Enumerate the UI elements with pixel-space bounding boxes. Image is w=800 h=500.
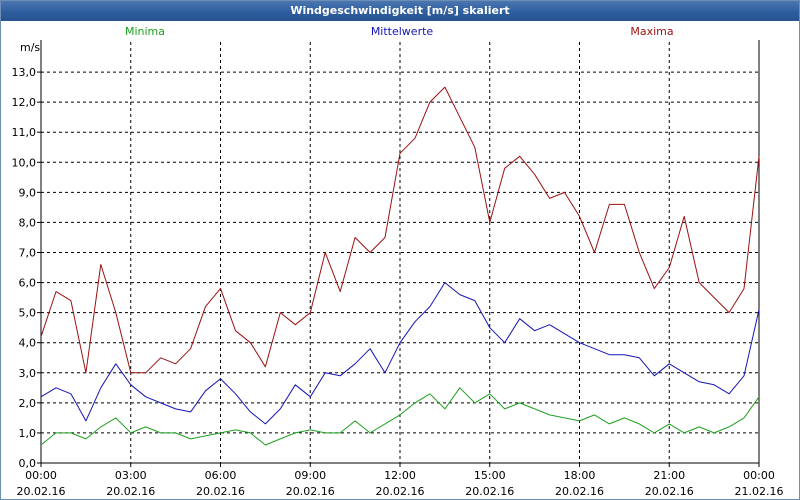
y-tick-label: 5,0 bbox=[19, 307, 37, 320]
x-tick-date: 20.02.16 bbox=[645, 485, 694, 498]
y-tick-label: 9,0 bbox=[19, 186, 37, 199]
x-tick-date: 20.02.16 bbox=[17, 485, 66, 498]
x-tick-time: 00:00 bbox=[25, 469, 57, 482]
x-tick-date: 20.02.16 bbox=[196, 485, 245, 498]
y-tick-label: 4,0 bbox=[19, 337, 37, 350]
y-tick-label: 8,0 bbox=[19, 216, 37, 229]
y-tick-label: 2,0 bbox=[19, 397, 37, 410]
x-tick-date: 20.02.16 bbox=[465, 485, 514, 498]
y-tick-label: 11,0 bbox=[12, 126, 37, 139]
x-tick-time: 18:00 bbox=[564, 469, 596, 482]
legend-maxima: Maxima bbox=[630, 25, 673, 38]
x-tick-date: 20.02.16 bbox=[106, 485, 155, 498]
x-tick-time: 06:00 bbox=[205, 469, 237, 482]
x-tick-time: 00:00 bbox=[743, 469, 775, 482]
x-tick-time: 15:00 bbox=[474, 469, 506, 482]
y-tick-label: 7,0 bbox=[19, 247, 37, 260]
x-tick-date: 20.02.16 bbox=[376, 485, 425, 498]
chart-canvas: 0,01,02,03,04,05,06,07,08,09,010,011,012… bbox=[12, 25, 784, 498]
x-tick-time: 21:00 bbox=[653, 469, 685, 482]
y-tick-label: 13,0 bbox=[12, 66, 37, 79]
x-tick-time: 09:00 bbox=[294, 469, 326, 482]
legend-minima: Minima bbox=[125, 25, 165, 38]
y-tick-label: 1,0 bbox=[19, 427, 37, 440]
x-tick-date: 21.02.16 bbox=[735, 485, 784, 498]
x-tick-date: 20.02.16 bbox=[286, 485, 335, 498]
y-tick-label: 10,0 bbox=[12, 156, 37, 169]
grid bbox=[41, 42, 759, 463]
x-tick-date: 20.02.16 bbox=[555, 485, 604, 498]
x-tick-time: 03:00 bbox=[115, 469, 147, 482]
y-tick-label: 12,0 bbox=[12, 96, 37, 109]
legend-mittelwerte: Mittelwerte bbox=[371, 25, 434, 38]
y-tick-label: 6,0 bbox=[19, 277, 37, 290]
y-axis-label: m/s bbox=[20, 41, 40, 54]
y-tick-label: 3,0 bbox=[19, 367, 37, 380]
x-tick-time: 12:00 bbox=[384, 469, 416, 482]
